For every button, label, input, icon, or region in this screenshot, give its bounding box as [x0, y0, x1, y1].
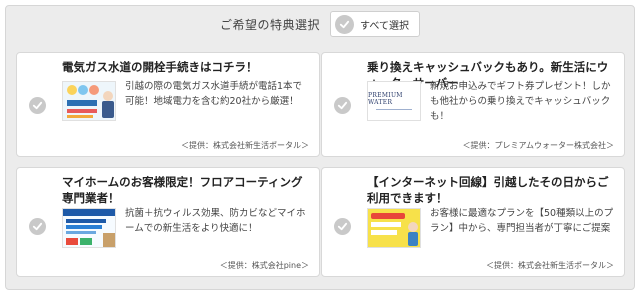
brand-name: PREMIUM WATER: [368, 92, 403, 106]
premium-water-logo: PREMIUM WATER: [367, 81, 421, 121]
panel-header: ご希望の特典選択 すべて選択: [6, 6, 634, 42]
benefit-card-water-server[interactable]: 乗り換えキャッシュバックもあり。新生活にウォーターサーバー PREMIUM WA…: [321, 52, 625, 157]
card-source: ＜提供：プレミアムウォーター株式会社＞: [462, 141, 614, 150]
card-description: お客様に最適なプランを【50種類以上のプラン】中から、専門担当者が丁寧にご提案: [430, 208, 614, 234]
card-description: 抗菌＋抗ウィルス効果、防カビなどマイホームでの新生活をより快適に！: [125, 208, 306, 234]
card-source: ＜提供：株式会社pine＞: [219, 261, 309, 270]
card-title: マイホームのお客様限定！フロアコーティング専門業者！: [62, 175, 303, 205]
check-icon[interactable]: [334, 218, 351, 235]
check-icon[interactable]: [29, 97, 46, 114]
check-icon[interactable]: [29, 218, 46, 235]
card-title: 【インターネット回線】引越したその日からご利用できます！: [367, 175, 609, 205]
benefit-card-utilities[interactable]: 電気ガス水道の開栓手続きはコチラ！ 引越の際の電気ガス水道手続が電話1本で可能！…: [16, 52, 320, 157]
check-icon[interactable]: [334, 97, 351, 114]
utility-illustration-icon: [62, 81, 116, 121]
floor-coating-banner-icon: [62, 208, 116, 248]
card-description: 新規お申込みでギフト券プレゼント！しかも他社からの乗り換えでキャッシュバックも！: [430, 81, 611, 122]
panel-title: ご希望の特典選択: [220, 17, 321, 32]
card-source: ＜提供：株式会社新生活ポータル＞: [486, 261, 614, 270]
select-all-label: すべて選択: [360, 20, 409, 32]
card-source: ＜提供：株式会社新生活ポータル＞: [181, 141, 309, 150]
card-description: 引越の際の電気ガス水道手続が電話1本で可能！地域電力を含む約20社から厳選！: [125, 81, 303, 107]
card-title: 電気ガス水道の開栓手続きはコチラ！: [62, 60, 258, 74]
check-icon: [335, 14, 355, 34]
logo-divider: [376, 109, 412, 110]
benefit-card-floor-coating[interactable]: マイホームのお客様限定！フロアコーティング専門業者！ 抗菌＋抗ウィルス効果、防カ…: [16, 167, 320, 277]
benefit-card-internet[interactable]: 【インターネット回線】引越したその日からご利用できます！ お客様に最適なプランを…: [321, 167, 625, 277]
internet-banner-icon: [367, 208, 421, 248]
select-all-button[interactable]: すべて選択: [330, 11, 420, 37]
